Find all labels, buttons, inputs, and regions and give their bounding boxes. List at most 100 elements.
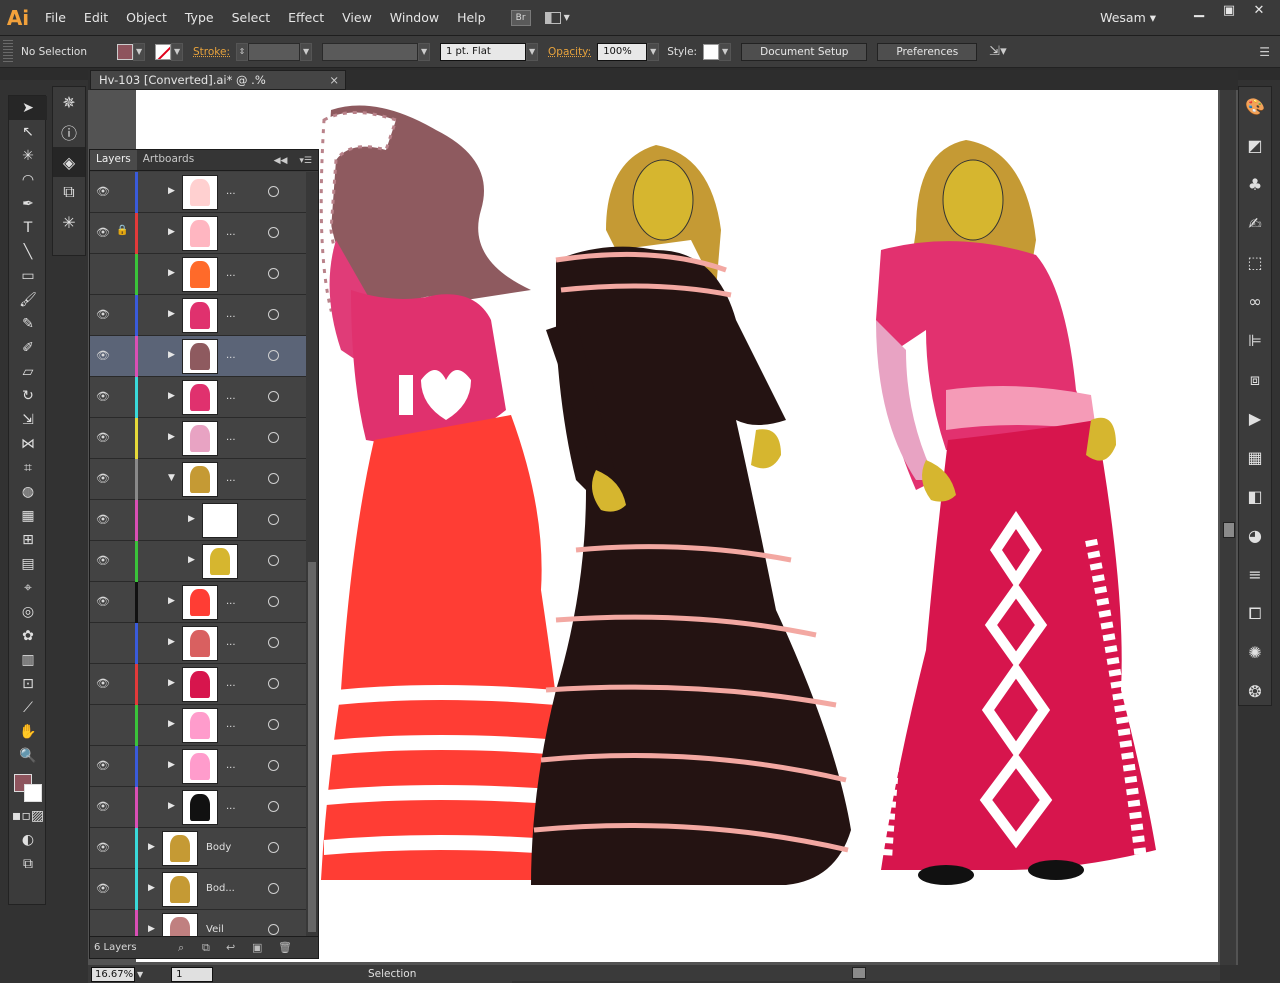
layer-row[interactable]: 👁 ▶... — [90, 664, 306, 705]
expand-triangle-icon[interactable]: ▶ — [168, 350, 175, 360]
tab-layers[interactable]: Layers — [90, 150, 137, 170]
artboard-tool-icon[interactable]: ⊡ — [9, 672, 47, 696]
layers-scroll-thumb[interactable] — [308, 562, 316, 932]
make-clipping-mask-icon[interactable]: ⧉ — [202, 941, 210, 955]
layer-name[interactable]: Veil — [206, 924, 224, 935]
preferences-button[interactable]: Preferences — [877, 42, 978, 61]
close-window-button[interactable]: ✕ — [1244, 4, 1274, 20]
layer-row[interactable]: ▶... — [90, 705, 306, 746]
gradient-tool-icon[interactable]: ▤ — [9, 552, 47, 576]
layer-name[interactable]: ... — [226, 432, 236, 443]
stroke-weight-stepper[interactable]: ⇕ — [236, 42, 249, 61]
target-circle-icon[interactable] — [268, 309, 279, 320]
new-layer-icon[interactable]: ▣ — [252, 941, 262, 954]
expand-triangle-icon[interactable]: ▶ — [148, 883, 155, 893]
layer-name[interactable]: ... — [226, 309, 236, 320]
layer-name[interactable]: Bod... — [206, 883, 235, 894]
maximize-button[interactable]: ▣ — [1214, 4, 1244, 20]
expand-triangle-icon[interactable]: ▶ — [168, 268, 175, 278]
layer-row[interactable]: 👁 ▶... — [90, 377, 306, 418]
stroke-label[interactable]: Stroke: — [193, 46, 230, 58]
menu-view[interactable]: View — [333, 0, 381, 36]
color-mode-icons[interactable]: ▪▫▨ — [9, 804, 47, 828]
blob-brush-tool-icon[interactable]: ✐ — [9, 336, 47, 360]
style-dropdown[interactable]: ▼ — [719, 42, 732, 61]
direct-selection-tool-icon[interactable]: ↖ — [9, 120, 47, 144]
target-circle-icon[interactable] — [268, 227, 279, 238]
menu-type[interactable]: Type — [176, 0, 223, 36]
target-circle-icon[interactable] — [268, 514, 279, 525]
blend-tool-icon[interactable]: ◎ — [9, 600, 47, 624]
target-circle-icon[interactable] — [268, 432, 279, 443]
close-tab-icon[interactable]: × — [329, 71, 339, 89]
expand-triangle-icon[interactable]: ▶ — [188, 555, 195, 565]
stroke-weight-field[interactable] — [248, 42, 301, 61]
bridge-button[interactable]: Br — [510, 9, 531, 26]
target-circle-icon[interactable] — [268, 596, 279, 607]
expand-triangle-icon[interactable]: ▶ — [168, 637, 175, 647]
minimize-button[interactable]: ▁ — [1184, 4, 1214, 20]
visibility-eye-icon[interactable]: 👁 — [96, 349, 110, 362]
info-icon[interactable]: ⓘ — [53, 117, 85, 147]
layers-icon[interactable]: ◈ — [53, 147, 85, 177]
expand-triangle-icon[interactable]: ▶ — [168, 227, 175, 237]
layer-name[interactable]: ... — [226, 186, 236, 197]
menu-effect[interactable]: Effect — [279, 0, 333, 36]
zoom-tool-icon[interactable]: 🔍 — [9, 744, 47, 768]
locate-object-icon[interactable]: ⌕ — [178, 941, 184, 955]
expand-triangle-icon[interactable]: ▶ — [168, 801, 175, 811]
align-icon[interactable]: ⊫ — [1239, 321, 1271, 360]
layer-row[interactable]: ▶ Veil — [90, 910, 306, 936]
layer-row[interactable]: 👁 ▶... — [90, 336, 306, 377]
target-circle-icon[interactable] — [268, 473, 279, 484]
graphic-styles-icon[interactable]: ⧠ — [1239, 594, 1271, 633]
opacity-field[interactable]: 100% — [597, 42, 648, 61]
artboards-icon[interactable]: ⧉ — [53, 177, 85, 207]
visibility-eye-icon[interactable]: 👁 — [96, 759, 110, 772]
layer-name[interactable]: ... — [226, 268, 236, 279]
draw-mode-icon[interactable]: ◐ — [9, 828, 47, 852]
perspective-grid-tool-icon[interactable]: ▦ — [9, 504, 47, 528]
layer-name[interactable]: ... — [226, 473, 236, 484]
transparency-icon[interactable]: ◕ — [1239, 516, 1271, 555]
document-setup-button[interactable]: Document Setup — [741, 42, 868, 61]
menu-file[interactable]: File — [36, 0, 75, 36]
expand-triangle-icon[interactable]: ▼ — [168, 473, 175, 483]
free-transform-tool-icon[interactable]: ⌗ — [9, 456, 47, 480]
horizontal-scrollbar[interactable] — [512, 965, 1220, 981]
expand-triangle-icon[interactable]: ▶ — [168, 432, 175, 442]
scale-tool-icon[interactable]: ⇲ — [9, 408, 47, 432]
symbols-icon[interactable]: ♣ — [1239, 165, 1271, 204]
stroke-color-box[interactable] — [24, 784, 42, 802]
expand-triangle-icon[interactable]: ▶ — [168, 309, 175, 319]
layer-row[interactable]: 👁 ▶... — [90, 746, 306, 787]
visibility-eye-icon[interactable]: 👁 — [96, 226, 110, 239]
line-tool-icon[interactable]: ╲ — [9, 240, 47, 264]
appearance-icon[interactable]: ✺ — [1239, 633, 1271, 672]
visibility-eye-icon[interactable]: 👁 — [96, 390, 110, 403]
stroke-dropdown[interactable]: ▼ — [171, 42, 184, 61]
visibility-eye-icon[interactable]: 👁 — [96, 677, 110, 690]
layer-name[interactable]: ... — [226, 391, 236, 402]
visibility-eye-icon[interactable]: 👁 — [96, 554, 110, 567]
navigator-icon[interactable]: ✵ — [53, 87, 85, 117]
pencil-tool-icon[interactable]: ✎ — [9, 312, 47, 336]
lasso-tool-icon[interactable]: ◠ — [9, 168, 47, 192]
layer-row[interactable]: 👁 ▶... — [90, 787, 306, 828]
eraser-tool-icon[interactable]: ▱ — [9, 360, 47, 384]
target-circle-icon[interactable] — [268, 186, 279, 197]
arrange-documents-button[interactable]: ▼ — [544, 9, 575, 27]
layers-list[interactable]: 👁 ▶... 👁 🔒 ▶... ▶... 👁 ▶... 👁 ▶... 👁 ▶... 👁 ▶... 👁 ▼...… — [90, 172, 306, 936]
layer-row[interactable]: 👁 ▶ — [90, 541, 306, 582]
brush-dropdown[interactable]: ▼ — [526, 42, 539, 61]
layer-row[interactable]: 👁 ▶ Bod... — [90, 869, 306, 910]
layer-row[interactable]: 👁 ▶... — [90, 172, 306, 213]
menu-object[interactable]: Object — [117, 0, 176, 36]
expand-triangle-icon[interactable]: ▶ — [188, 514, 195, 524]
visibility-toggle[interactable] — [96, 923, 110, 935]
target-circle-icon[interactable] — [268, 801, 279, 812]
profile-dropdown[interactable]: ▼ — [418, 42, 431, 61]
target-circle-icon[interactable] — [268, 678, 279, 689]
variable-width-profile[interactable] — [322, 42, 419, 61]
target-circle-icon[interactable] — [268, 637, 279, 648]
